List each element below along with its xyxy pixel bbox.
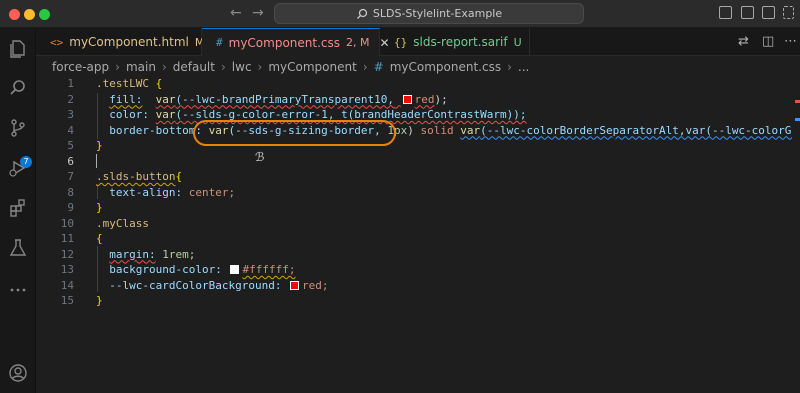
color-swatch-red[interactable]	[290, 280, 300, 290]
breadcrumb-item[interactable]: lwc	[232, 60, 252, 74]
editor-tab-bar: <> myComponent.html M # myComponent.css …	[36, 28, 800, 56]
toggle-primary-sidebar-icon[interactable]	[719, 6, 732, 19]
scroll-info-marker	[795, 118, 800, 121]
annotation-highlight-oval	[193, 120, 396, 146]
source-control-icon[interactable]	[8, 118, 28, 138]
split-editor-icon[interactable]: ◫	[762, 34, 774, 49]
code-content[interactable]: .testLWC { fill: var(--lwc-brandPrimaryT…	[96, 76, 800, 309]
mouse-ibeam-icon: ℬ	[255, 150, 265, 164]
code-line-10: .myClass	[96, 216, 149, 230]
line-number-current: 6	[67, 154, 74, 168]
tab-status: U	[513, 35, 522, 49]
run-debug-icon[interactable]	[8, 158, 28, 178]
json-file-icon: {}	[394, 35, 408, 49]
line-number: 7	[67, 170, 74, 183]
text-cursor	[96, 154, 97, 168]
line-number: 5	[67, 139, 74, 152]
code-line-11: {	[96, 232, 103, 245]
title-bar: ← → SLDS-Stylelint-Example	[0, 0, 800, 28]
close-window-button[interactable]	[9, 9, 20, 20]
line-number: 15	[60, 294, 74, 307]
code-line-13: background-color: #ffffff;	[109, 263, 296, 276]
open-changes-icon[interactable]: ⇄	[738, 34, 749, 49]
back-arrow-icon[interactable]: ←	[230, 5, 242, 21]
breadcrumb-item[interactable]: ...	[518, 60, 529, 74]
tab-slds-report-sarif[interactable]: {} slds-report.sarif U	[380, 28, 530, 56]
css-file-icon: #	[373, 60, 384, 74]
customize-layout-icon[interactable]	[783, 6, 794, 19]
more-icon[interactable]	[8, 280, 28, 300]
line-number: 4	[67, 123, 74, 137]
maximize-window-button[interactable]	[39, 9, 50, 20]
breadcrumb-item[interactable]: main	[126, 60, 156, 74]
code-line-8: text-align: center;	[109, 185, 236, 199]
line-number-gutter: 1 2 3 4 5 6 7 8 9 10 11 12 13 14 15	[36, 76, 80, 309]
breadcrumb-item[interactable]: default	[173, 60, 215, 74]
code-line-14: --lwc-cardColorBackground: red;	[109, 278, 329, 292]
line-number: 10	[60, 216, 74, 230]
search-icon	[356, 8, 368, 19]
line-number: 9	[67, 201, 74, 214]
breadcrumb: force-app › main › default › lwc › myCompone…	[52, 60, 530, 74]
tab-label: myComponent.html	[69, 35, 189, 49]
color-swatch-white[interactable]	[230, 265, 240, 274]
color-swatch-red[interactable]	[402, 94, 412, 104]
html-file-icon: <>	[50, 35, 64, 49]
line-number: 13	[60, 263, 74, 276]
code-line-9: }	[96, 201, 103, 214]
tab-mycomponent-css[interactable]: # myComponent.css 2, M ✕	[202, 28, 390, 56]
breadcrumb-item[interactable]: myComponent	[268, 60, 356, 74]
line-number: 8	[67, 185, 74, 199]
toggle-panel-icon[interactable]	[741, 6, 754, 19]
line-number: 2	[67, 92, 74, 106]
tab-label: slds-report.sarif	[413, 35, 508, 49]
activity-bar: 7	[0, 28, 36, 393]
tab-status: 2, M	[346, 36, 370, 49]
testing-icon[interactable]	[8, 238, 28, 258]
search-icon[interactable]	[8, 78, 28, 98]
code-line-7: .slds-button{	[96, 170, 183, 183]
command-center[interactable]: SLDS-Stylelint-Example	[274, 3, 584, 24]
line-number: 14	[60, 278, 74, 292]
forward-arrow-icon[interactable]: →	[252, 5, 264, 21]
scroll-error-marker	[795, 100, 800, 103]
tab-label: myComponent.css	[228, 35, 340, 50]
code-editor[interactable]: 1 2 3 4 5 6 7 8 9 10 11 12 13 14 15 .tes…	[36, 76, 800, 393]
toggle-secondary-sidebar-icon[interactable]	[762, 6, 775, 19]
code-line-1: .testLWC {	[96, 77, 163, 90]
explorer-icon[interactable]	[8, 38, 28, 58]
tab-mycomponent-html[interactable]: <> myComponent.html M	[36, 28, 204, 56]
window-title: SLDS-Stylelint-Example	[372, 7, 503, 20]
code-line-2: fill: var(--lwc-brandPrimaryTransparent1…	[109, 92, 448, 106]
line-number: 12	[60, 247, 74, 261]
code-line-15: }	[96, 294, 103, 307]
breadcrumb-item[interactable]: myComponent.css	[390, 60, 501, 74]
line-number: 1	[67, 77, 74, 90]
css-file-icon: #	[216, 36, 223, 49]
breadcrumb-item[interactable]: force-app	[52, 60, 109, 74]
line-number: 11	[60, 232, 74, 245]
account-icon[interactable]	[8, 363, 28, 383]
editor-scrollbar[interactable]	[792, 76, 800, 393]
line-number: 3	[67, 108, 74, 121]
minimize-window-button[interactable]	[24, 9, 35, 20]
extensions-icon[interactable]	[8, 198, 28, 218]
code-line-12: margin: 1rem;	[109, 247, 196, 261]
more-actions-icon[interactable]: ⋯	[784, 34, 797, 49]
